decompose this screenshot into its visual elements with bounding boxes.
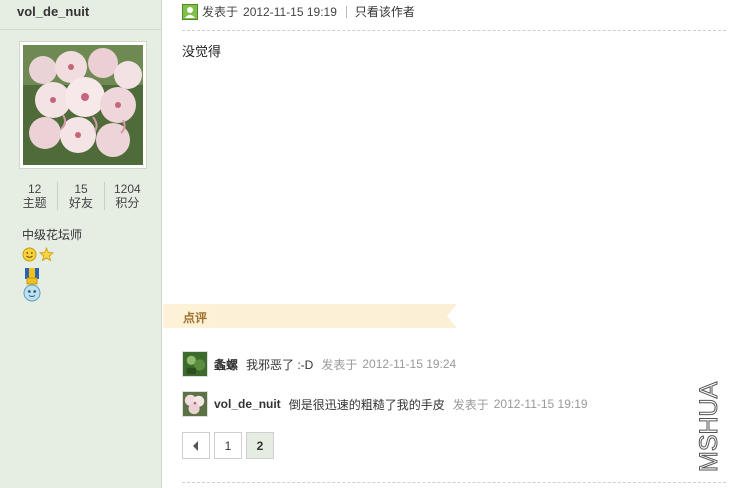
comment-item: vol_de_nuit 倒是很迅速的粗糙了我的手皮 发表于 2012-11-15… — [182, 391, 588, 417]
author-stats: 12 主题 15 好友 1204 积分 — [12, 182, 150, 210]
comment-text: 我邪恶了 :-D — [246, 357, 314, 372]
arrow-left-icon — [193, 440, 198, 451]
stat-points-label: 积分 — [115, 196, 140, 210]
stat-friends-value: 15 — [74, 182, 88, 196]
comment-pagination: 1 2 — [182, 432, 274, 459]
stat-points[interactable]: 1204 积分 — [103, 182, 150, 210]
author-sidebar: vol_de_nuit 12 主题 15 好友 1204 积分 中级花坛师 — [0, 0, 162, 488]
user-online-icon — [182, 3, 198, 20]
rank-icons — [22, 247, 54, 262]
post-header: 发表于 2012-11-15 19:19 只看该作者 — [182, 3, 415, 20]
stat-friends-label: 好友 — [68, 196, 93, 210]
comment-item: 螽螺 我邪恶了 :-D 发表于 2012-11-15 19:24 — [182, 351, 456, 377]
stat-threads-value: 12 — [27, 182, 42, 196]
comment-section-title: 点评 — [183, 311, 208, 325]
author-username[interactable]: vol_de_nuit — [17, 4, 89, 19]
comment-date-prefix: 发表于 — [321, 357, 358, 372]
page-1-button[interactable]: 1 — [214, 432, 242, 459]
comment-avatar[interactable] — [182, 391, 208, 417]
comment-date: 2012-11-15 19:19 — [493, 397, 588, 411]
stat-points-value: 1204 — [113, 182, 141, 196]
comment-section-banner — [163, 304, 457, 328]
star-icon — [39, 247, 54, 262]
comment-username[interactable]: vol_de_nuit — [214, 397, 281, 411]
post-date-prefix: 发表于 — [202, 5, 239, 19]
watermark-text: MSHUA — [695, 381, 723, 472]
mshua-watermark: MSHUA — [695, 381, 724, 472]
comment-avatar[interactable] — [182, 351, 208, 377]
author-avatar[interactable] — [19, 41, 147, 169]
header-divider — [182, 30, 726, 31]
comment-username[interactable]: 螽螺 — [214, 356, 238, 373]
post-content: 没觉得 — [182, 44, 222, 59]
author-rank: 中级花坛师 — [22, 228, 83, 242]
flower-photo-icon — [23, 45, 143, 165]
post-date: 2012-11-15 19:19 — [243, 4, 337, 19]
page-2-button[interactable]: 2 — [246, 432, 274, 459]
footer-divider — [182, 482, 726, 483]
stat-threads-label: 主题 — [22, 196, 47, 210]
only-author-link[interactable]: 只看该作者 — [355, 3, 415, 20]
stat-threads[interactable]: 12 主题 — [12, 182, 57, 210]
comment-date-prefix: 发表于 — [452, 397, 489, 412]
smiley-icon — [22, 247, 37, 262]
prev-page-button[interactable] — [182, 432, 210, 459]
header-separator — [345, 5, 347, 18]
comment-date: 2012-11-15 19:24 — [362, 357, 457, 371]
stat-friends[interactable]: 15 好友 — [57, 182, 103, 210]
medal-icon[interactable] — [22, 268, 42, 304]
sidebar-divider — [0, 29, 162, 30]
comment-text: 倒是很迅速的粗糙了我的手皮 — [288, 397, 445, 412]
